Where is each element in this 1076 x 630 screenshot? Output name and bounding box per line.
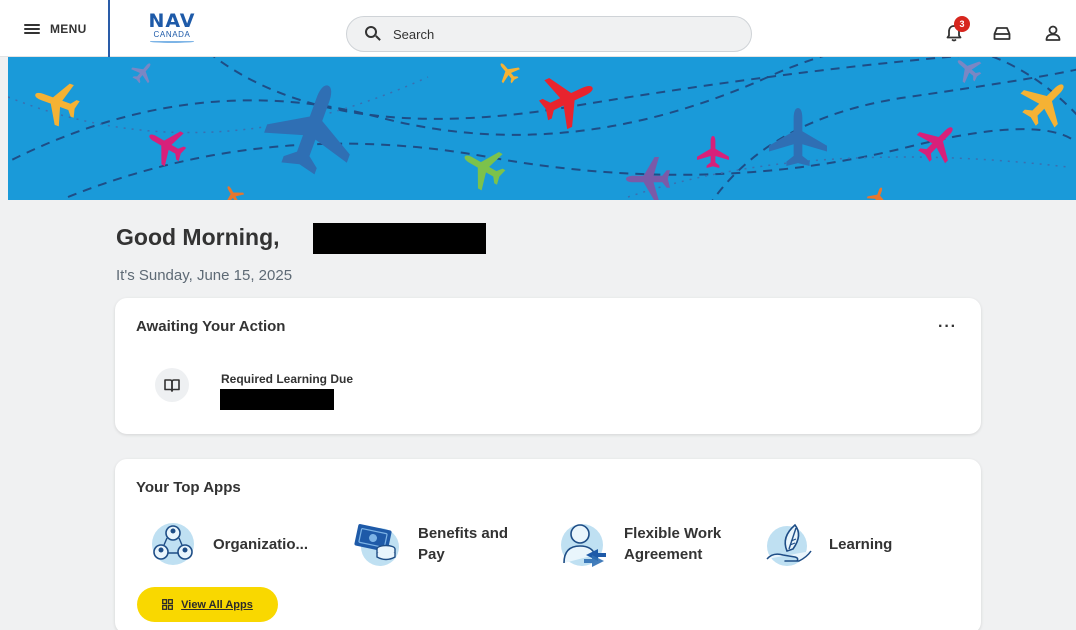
search-icon xyxy=(365,26,381,42)
date-text: It's Sunday, June 15, 2025 xyxy=(116,267,293,284)
inbox-icon xyxy=(993,27,1011,40)
top-apps-card: Your Top Apps Organizatio... Benefits an… xyxy=(115,459,981,630)
learning-icon xyxy=(766,523,812,566)
more-options-button[interactable]: ··· xyxy=(938,318,957,336)
logo-text-top: NAV xyxy=(148,10,196,32)
menu-button[interactable]: MENU xyxy=(0,0,110,57)
task-item[interactable] xyxy=(155,368,189,402)
menu-label: MENU xyxy=(50,21,87,36)
app-organization[interactable]: Organizatio... xyxy=(147,519,308,569)
redacted-user-name xyxy=(313,223,486,254)
awaiting-action-title: Awaiting Your Action xyxy=(136,318,286,335)
top-apps-title: Your Top Apps xyxy=(136,479,241,496)
hero-banner xyxy=(8,57,1076,200)
notification-badge: 3 xyxy=(954,16,970,32)
app-label: Benefits and Pay xyxy=(418,525,509,563)
greeting-text: Good Morning, xyxy=(116,224,280,250)
organization-icon xyxy=(152,523,194,565)
view-all-apps-label: View All Apps xyxy=(181,598,253,611)
top-bar: MENU NAV CANADA 3 xyxy=(0,0,1076,57)
benefits-pay-icon xyxy=(354,524,399,566)
nav-canada-logo[interactable]: NAV CANADA xyxy=(144,12,200,48)
redacted-task-detail xyxy=(220,389,334,410)
profile-button[interactable] xyxy=(1042,22,1064,44)
view-all-apps-button[interactable]: View All Apps xyxy=(137,587,278,622)
notifications-button[interactable]: 3 xyxy=(943,16,970,44)
flexible-work-icon xyxy=(561,524,606,567)
task-title[interactable]: Required Learning Due xyxy=(221,372,353,386)
app-label: Flexible Work Agreement xyxy=(624,525,722,563)
airplanes-illustration xyxy=(8,57,1076,200)
app-benefits-and-pay[interactable]: Benefits and Pay xyxy=(352,519,508,569)
awaiting-action-card: Awaiting Your Action ··· Required Learni… xyxy=(115,298,981,434)
search-input[interactable] xyxy=(393,26,693,42)
profile-icon xyxy=(1045,25,1061,41)
search-bar[interactable] xyxy=(346,16,752,52)
logo-swoosh xyxy=(150,40,194,43)
grid-icon xyxy=(162,599,174,610)
app-label: Organizatio... xyxy=(213,535,309,553)
hamburger-icon xyxy=(24,23,40,34)
app-flexible-work-agreement[interactable]: Flexible Work Agreement xyxy=(558,519,721,569)
book-icon xyxy=(164,379,180,392)
app-learning[interactable]: Learning xyxy=(763,519,892,569)
inbox-button[interactable] xyxy=(991,22,1013,44)
app-label: Learning xyxy=(829,535,893,553)
